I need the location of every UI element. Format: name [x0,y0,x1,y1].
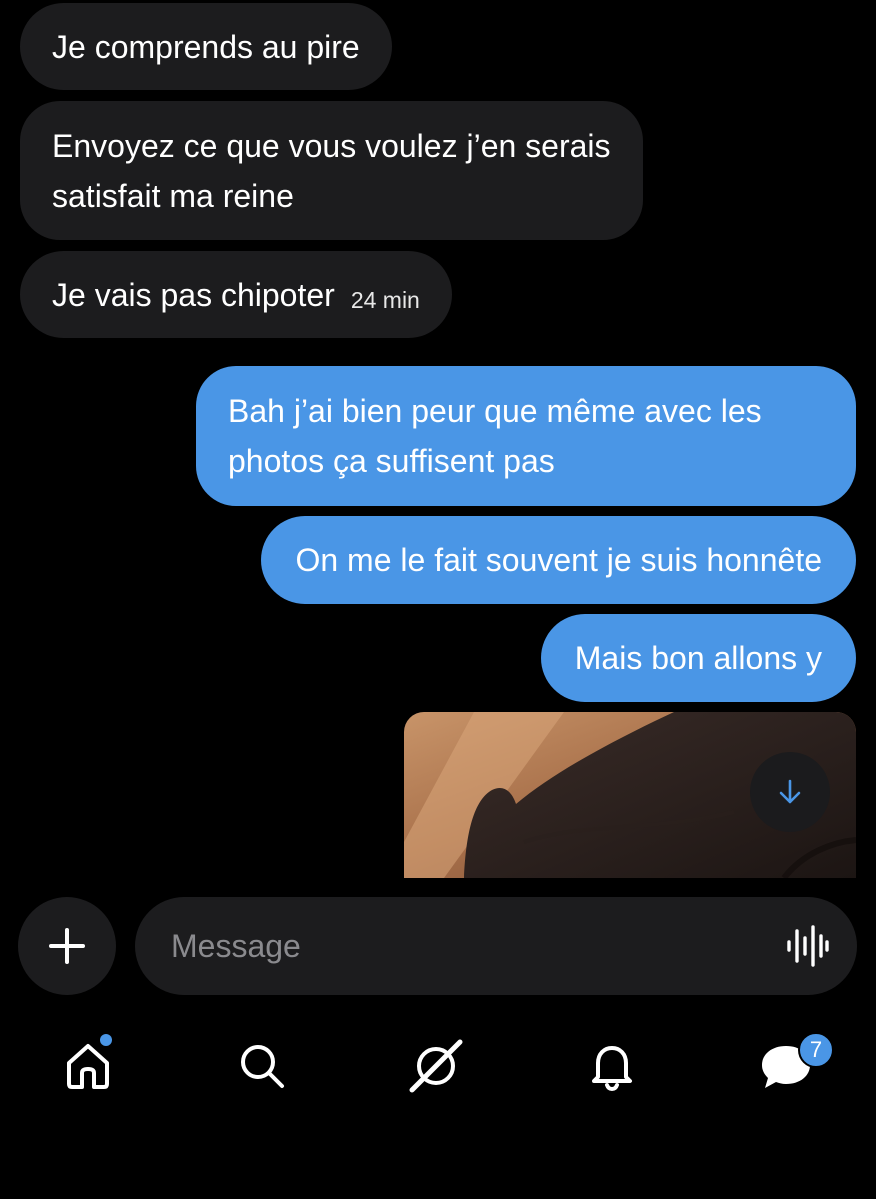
arrow-down-icon [779,779,801,804]
message-incoming[interactable]: Je comprends au pire [20,3,392,90]
message-text-line: photos ça suffisent pas [228,443,555,479]
message-incoming[interactable]: Envoyez ce que vous voulez j’en serais s… [20,101,643,240]
message-text-line: Bah j’ai bien peur que même avec les [228,393,762,429]
tab-grok[interactable] [406,1036,466,1096]
home-icon [67,1044,109,1089]
conversation-thread: Je comprends au pire Envoyez ce que vous… [0,0,876,878]
bell-icon [592,1046,632,1091]
message-text-line: satisfait ma reine [52,178,294,214]
tab-notifications[interactable] [582,1036,642,1096]
message-incoming[interactable]: Je vais pas chipoter 24 min [20,251,452,338]
voice-waveform-icon[interactable] [785,925,829,967]
message-text: On me le fait souvent je suis honnête [295,542,822,578]
message-text-line: Envoyez ce que vous voulez j’en serais [52,128,611,164]
message-outgoing[interactable]: On me le fait souvent je suis honnête [261,516,856,604]
search-icon [241,1045,284,1088]
message-timestamp: 24 min [350,287,420,313]
tab-search[interactable] [232,1036,292,1096]
message-composer[interactable] [135,897,857,995]
plus-icon [49,928,85,964]
message-text: Je comprends au pire [52,29,360,65]
scroll-to-bottom-button[interactable] [750,752,830,832]
message-text: Je vais pas chipoter [52,277,335,313]
message-input[interactable] [171,921,731,971]
add-attachment-button[interactable] [18,897,116,995]
message-outgoing[interactable]: Mais bon allons y [540,614,856,702]
home-notification-dot [100,1034,112,1046]
message-text: Mais bon allons y [574,640,822,676]
messages-unread-badge: 7 [798,1032,834,1068]
message-outgoing[interactable]: Bah j’ai bien peur que même avec les pho… [196,366,856,506]
grok-icon [409,1039,463,1093]
